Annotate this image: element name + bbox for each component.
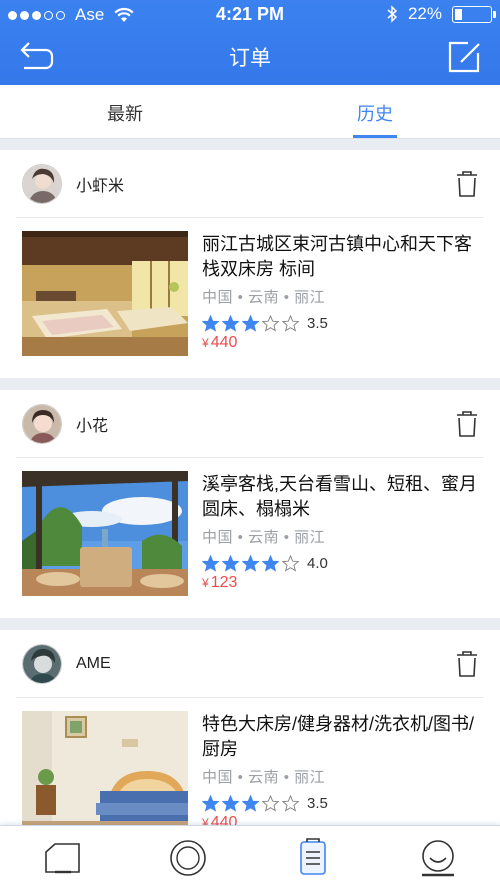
- listing-photo[interactable]: [22, 711, 188, 825]
- star-empty-icon: [282, 554, 299, 572]
- star-filled-icon: [242, 314, 259, 332]
- order-card-header: 小虾米: [16, 150, 484, 218]
- star-rating: [202, 794, 299, 812]
- orders-icon: [299, 837, 326, 875]
- bluetooth-icon: [387, 5, 398, 23]
- profile-icon: [421, 839, 454, 876]
- tab-history[interactable]: 历史: [250, 85, 500, 138]
- price-value: 440: [210, 334, 238, 351]
- star-filled-icon: [222, 314, 239, 332]
- username: AME: [76, 654, 111, 672]
- battery-icon: [452, 5, 496, 23]
- trash-icon[interactable]: [456, 650, 478, 678]
- order-card-header: AME: [16, 630, 484, 698]
- tabbar-home[interactable]: [0, 826, 125, 889]
- currency-symbol: ¥: [202, 576, 209, 590]
- star-filled-icon: [242, 554, 259, 572]
- rating: 3.5: [202, 793, 486, 813]
- listing-title[interactable]: 溪亭客栈,天台看雪山、短租、蜜月圆床、榻榻米: [202, 472, 486, 522]
- order-card[interactable]: 小花 溪亭客栈,天台看雪山、短租、蜜月圆床、榻榻米 中国 • 云南 • 丽江 4…: [0, 390, 500, 618]
- rating: 4.0: [202, 553, 486, 573]
- star-empty-icon: [282, 314, 299, 332]
- listing-photo[interactable]: [22, 231, 188, 356]
- bottom-tab-bar: [0, 825, 500, 889]
- price-value: 123: [210, 574, 238, 591]
- username: 小虾米: [76, 177, 125, 195]
- status-bar: Ase 4:21 PM 22%: [0, 0, 500, 28]
- star-filled-icon: [222, 554, 239, 572]
- star-filled-icon: [242, 794, 259, 812]
- star-empty-icon: [262, 314, 279, 332]
- tabbar-orders[interactable]: [250, 826, 375, 889]
- trash-icon[interactable]: [456, 410, 478, 438]
- avatar[interactable]: [22, 403, 62, 444]
- rating: 3.5: [202, 313, 486, 333]
- top-bar: Ase 4:21 PM 22% 订单: [0, 0, 500, 85]
- discover-icon: [169, 839, 206, 876]
- price: ¥440: [202, 334, 237, 352]
- order-card[interactable]: 小虾米 丽江古城区束河古镇中心和天下客栈双床房 标间 中国 • 云南 • 丽江 …: [0, 150, 500, 378]
- edit-icon[interactable]: [448, 38, 482, 74]
- star-empty-icon: [262, 794, 279, 812]
- segmented-tabs: 最新 历史: [0, 85, 500, 139]
- listing-location: 中国 • 云南 • 丽江: [202, 769, 326, 786]
- avatar[interactable]: [22, 163, 62, 204]
- page-title: 订单: [229, 47, 271, 70]
- star-filled-icon: [202, 554, 219, 572]
- tabbar-discover[interactable]: [125, 826, 250, 889]
- listing-location: 中国 • 云南 • 丽江: [202, 529, 326, 546]
- avatar[interactable]: [22, 643, 62, 684]
- currency-symbol: ¥: [202, 816, 209, 825]
- trash-icon[interactable]: [456, 170, 478, 198]
- rating-score: 3.5: [307, 794, 328, 812]
- order-card[interactable]: AME 特色大床房/健身器材/洗衣机/图书/厨房 中国 • 云南 • 丽江 3.…: [0, 630, 500, 825]
- price: ¥440: [202, 814, 237, 825]
- home-icon: [44, 842, 80, 873]
- star-filled-icon: [222, 794, 239, 812]
- star-filled-icon: [262, 554, 279, 572]
- order-card-header: 小花: [16, 390, 484, 458]
- star-rating: [202, 314, 299, 332]
- listing-photo[interactable]: [22, 471, 188, 596]
- currency-symbol: ¥: [202, 336, 209, 350]
- rating-score: 4.0: [307, 554, 328, 572]
- listing-title[interactable]: 特色大床房/健身器材/洗衣机/图书/厨房: [202, 712, 486, 762]
- listing-title[interactable]: 丽江古城区束河古镇中心和天下客栈双床房 标间: [202, 232, 486, 282]
- star-filled-icon: [202, 314, 219, 332]
- price-value: 440: [210, 814, 238, 825]
- battery-percent: 22%: [407, 4, 442, 23]
- star-rating: [202, 554, 299, 572]
- tabbar-profile[interactable]: [375, 826, 500, 889]
- listing-location: 中国 • 云南 • 丽江: [202, 289, 326, 306]
- star-filled-icon: [202, 794, 219, 812]
- order-list[interactable]: 小虾米 丽江古城区束河古镇中心和天下客栈双床房 标间 中国 • 云南 • 丽江 …: [0, 150, 500, 825]
- tab-latest[interactable]: 最新: [0, 85, 250, 138]
- price: ¥123: [202, 574, 237, 592]
- rating-score: 3.5: [307, 314, 328, 332]
- star-empty-icon: [282, 794, 299, 812]
- username: 小花: [76, 417, 109, 435]
